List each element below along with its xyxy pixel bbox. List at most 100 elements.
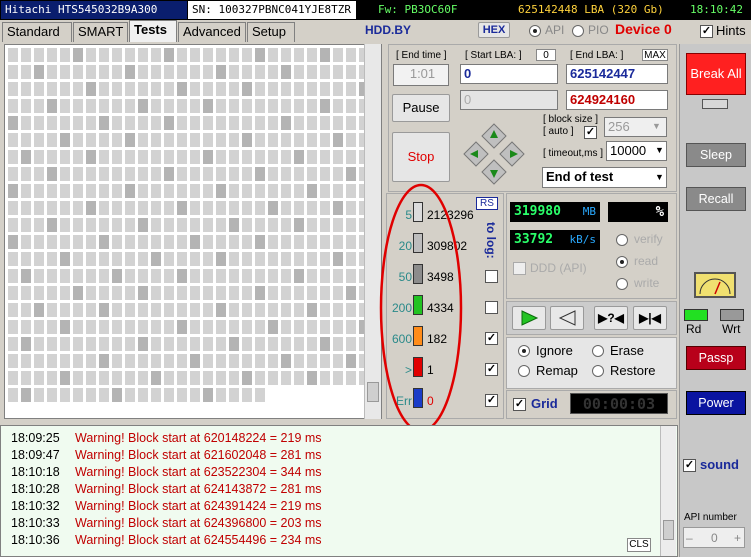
- block-cell: [281, 337, 291, 351]
- ignore-radio[interactable]: [518, 345, 530, 357]
- block-cell: [203, 354, 213, 368]
- block-cell: [47, 201, 57, 215]
- break-all-button[interactable]: Break All: [686, 53, 746, 95]
- block-cell: [268, 320, 278, 334]
- tab-tests[interactable]: Tests: [129, 20, 177, 42]
- legend-log-checkbox[interactable]: [485, 301, 498, 314]
- highlight-ellipse: [379, 183, 463, 433]
- block-size-auto-checkbox[interactable]: ✓: [584, 126, 597, 139]
- remap-radio[interactable]: [518, 365, 530, 377]
- title-bar: Hitachi HTS545032B9A300 SN: 100327PBNC04…: [0, 0, 751, 20]
- direction-pad[interactable]: [462, 122, 526, 186]
- block-cell: [151, 201, 161, 215]
- log-scrollbar-thumb[interactable]: [663, 520, 674, 540]
- sound-checkbox[interactable]: ✓: [683, 459, 696, 472]
- block-cell: [294, 235, 304, 249]
- block-cell: [125, 286, 135, 300]
- play-button[interactable]: [512, 306, 546, 330]
- block-cell: [190, 150, 200, 164]
- block-cell: [60, 235, 70, 249]
- block-cell: [294, 218, 304, 232]
- legend-log-checkbox[interactable]: ✓: [485, 332, 498, 345]
- block-cell: [242, 48, 252, 62]
- verify-radio[interactable]: [616, 234, 628, 246]
- block-cell: [60, 201, 70, 215]
- api-radio[interactable]: [529, 25, 541, 37]
- block-cell: [203, 201, 213, 215]
- block-cell: [73, 337, 83, 351]
- legend-log-checkbox[interactable]: ✓: [485, 363, 498, 376]
- block-cell: [60, 269, 70, 283]
- block-cell: [255, 82, 265, 96]
- block-cell: [112, 303, 122, 317]
- block-cell: [229, 320, 239, 334]
- cls-button[interactable]: CLS: [627, 538, 651, 552]
- block-cell: [268, 167, 278, 181]
- block-cell: [281, 133, 291, 147]
- block-cell: [229, 252, 239, 266]
- tab-smart[interactable]: SMART: [73, 22, 128, 42]
- block-cell: [216, 184, 226, 198]
- end-action-select[interactable]: End of test: [542, 167, 667, 188]
- log-scrollbar[interactable]: [660, 426, 676, 556]
- legend-log-checkbox[interactable]: ✓: [485, 394, 498, 407]
- write-radio[interactable]: [616, 278, 628, 290]
- block-cell: [307, 252, 317, 266]
- hints-checkbox[interactable]: ✓: [700, 25, 713, 38]
- butterfly-button[interactable]: ▶|◀: [633, 306, 667, 330]
- start-lba-zero-button[interactable]: 0: [536, 49, 556, 61]
- block-cell: [112, 99, 122, 113]
- block-cell: [99, 303, 109, 317]
- hex-button[interactable]: HEX: [478, 22, 510, 38]
- stop-button[interactable]: Stop: [392, 132, 450, 182]
- block-cell: [268, 354, 278, 368]
- block-cell: [73, 150, 83, 164]
- restore-radio[interactable]: [592, 365, 604, 377]
- block-cell: [21, 337, 31, 351]
- log-message: Warning! Block start at 624396800 = 203 …: [75, 516, 322, 530]
- hdd-by-link[interactable]: HDD.BY: [365, 23, 411, 37]
- block-cell: [190, 354, 200, 368]
- block-cell: [190, 99, 200, 113]
- block-cell: [333, 354, 343, 368]
- sleep-button[interactable]: Sleep: [686, 143, 746, 167]
- pause-button[interactable]: Pause: [392, 94, 450, 122]
- grid-checkbox[interactable]: ✓: [513, 398, 526, 411]
- random-button[interactable]: ▶?◀: [594, 306, 628, 330]
- legend-log-checkbox[interactable]: [485, 270, 498, 283]
- passp-button[interactable]: Passp: [686, 346, 746, 370]
- pio-radio[interactable]: [572, 25, 584, 37]
- block-cell: [216, 116, 226, 130]
- start-lba-field[interactable]: 0: [460, 64, 558, 84]
- rs-button[interactable]: RS: [476, 197, 498, 210]
- erase-radio[interactable]: [592, 345, 604, 357]
- block-cell: [216, 82, 226, 96]
- block-cell: [86, 252, 96, 266]
- power-button[interactable]: Power: [686, 391, 746, 415]
- ddd-checkbox[interactable]: [513, 262, 526, 275]
- block-cell: [73, 218, 83, 232]
- tab-advanced[interactable]: Advanced: [178, 22, 246, 42]
- read-radio[interactable]: [616, 256, 628, 268]
- block-cell: [229, 65, 239, 79]
- block-cell: [34, 150, 44, 164]
- block-cell: [34, 201, 44, 215]
- end-lba-max-button[interactable]: MAX: [642, 49, 668, 61]
- block-cell: [229, 286, 239, 300]
- tab-standard[interactable]: Standard: [2, 22, 72, 42]
- tab-setup[interactable]: Setup: [247, 22, 295, 42]
- api-number-field[interactable]: – 0 +: [683, 527, 745, 548]
- pio-label: PIO: [588, 23, 609, 37]
- end-lba-field[interactable]: 625142447: [566, 64, 668, 84]
- block-cell: [281, 235, 291, 249]
- recall-button[interactable]: Recall: [686, 187, 746, 211]
- block-cell: [86, 48, 96, 62]
- block-cell: [151, 269, 161, 283]
- block-cell: [255, 337, 265, 351]
- reverse-button[interactable]: [550, 306, 584, 330]
- end-time-field[interactable]: 1:01: [393, 64, 449, 86]
- log-row: 18:10:33 Warning! Block start at 62439680…: [11, 515, 322, 532]
- block-cell: [268, 99, 278, 113]
- block-cell: [177, 354, 187, 368]
- block-cell: [281, 252, 291, 266]
